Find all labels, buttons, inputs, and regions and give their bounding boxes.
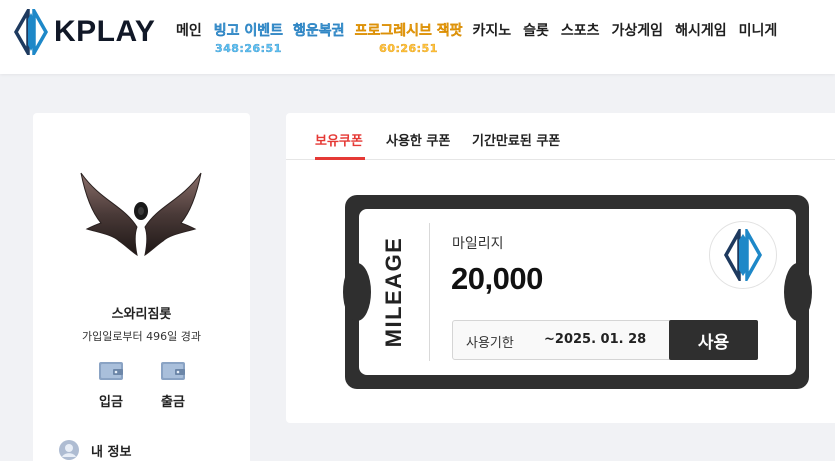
join-duration: 가입일로부터 496일 경과	[81, 330, 202, 343]
bingo-timer: 348:26:51	[214, 42, 282, 55]
nav-lucky-lottery[interactable]: 행운복권	[293, 20, 345, 42]
username: 스와리짐롯	[111, 307, 172, 322]
use-coupon-button[interactable]: 사용	[669, 320, 758, 360]
nav-bingo-event[interactable]: 빙고 이벤트 348:26:51	[213, 20, 284, 56]
site-logo[interactable]: KPLAY	[14, 9, 155, 55]
mileage-vertical-label: MILEAGE	[381, 236, 406, 348]
deposit-label: 입금	[99, 395, 123, 410]
wallet-deposit-icon	[99, 362, 123, 380]
nav-hash-game[interactable]: 해시게임	[675, 20, 727, 42]
expiry-label: 사용기한	[466, 336, 514, 351]
main-nav: 메인 빙고 이벤트 348:26:51 행운복권 프로그레시브 잭팟 60:26…	[176, 20, 789, 56]
withdraw-label: 출금	[161, 395, 185, 410]
active-tab-indicator	[315, 157, 365, 160]
ticket-notch-left	[343, 263, 371, 321]
my-info-label: 내 정보	[91, 444, 132, 460]
tab-expired-coupons[interactable]: 기간만료된 쿠폰	[472, 130, 560, 149]
deposit-button[interactable]: 입금	[91, 360, 131, 410]
top-header: KPLAY 메인 빙고 이벤트 348:26:51 행운복권 프로그레시브 잭팟…	[0, 0, 835, 74]
expiry-date: ~2025. 01. 28	[544, 332, 647, 347]
nav-progressive-jackpot[interactable]: 프로그레시브 잭팟 60:26:51	[354, 20, 463, 56]
nav-virtual-game[interactable]: 가상게임	[612, 20, 664, 42]
nav-bingo-label: 빙고 이벤트	[213, 23, 284, 39]
ticket-notch-right	[784, 263, 812, 321]
coupon-tabs: 보유쿠폰 사용한 쿠폰 기간만료된 쿠폰	[286, 113, 835, 160]
nav-slot[interactable]: 슬롯	[523, 20, 549, 42]
ticket-brand-badge	[709, 221, 777, 289]
withdraw-button[interactable]: 출금	[153, 360, 193, 410]
nav-lottery-label: 행운복권	[293, 23, 345, 39]
mileage-coupon-ticket: MILEAGE 마일리지 20,000 사용기한 ~2025. 01. 28 사…	[343, 195, 812, 389]
jackpot-timer: 60:26:51	[379, 42, 438, 55]
ticket-body: MILEAGE 마일리지 20,000 사용기한 ~2025. 01. 28 사…	[343, 209, 812, 375]
brand-logo-icon	[723, 229, 763, 281]
nav-main[interactable]: 메인	[176, 20, 202, 42]
coupon-title: 마일리지	[452, 236, 504, 252]
coupon-panel: 보유쿠폰 사용한 쿠폰 기간만료된 쿠폰 MILEAGE 마일리지 20,000…	[286, 113, 835, 423]
tab-owned-coupons[interactable]: 보유쿠폰	[315, 130, 363, 149]
coupon-amount: 20,000	[451, 261, 543, 296]
logo-text: KPLAY	[54, 15, 156, 48]
nav-sports[interactable]: 스포츠	[561, 20, 600, 42]
nav-casino[interactable]: 카지노	[473, 20, 512, 42]
rank-emblem-avatar	[80, 172, 202, 257]
my-info-link[interactable]: 내 정보	[59, 440, 131, 460]
logo-mark-icon	[14, 9, 48, 55]
nav-jackpot-label: 프로그레시브 잭팟	[354, 23, 463, 39]
nav-mini-game[interactable]: 미니게	[739, 20, 778, 42]
profile-card: 스와리짐롯 가입일로부터 496일 경과 입금 출금 내 정보	[33, 113, 250, 461]
wallet-withdraw-icon	[161, 362, 185, 380]
user-icon	[59, 440, 79, 460]
tab-used-coupons[interactable]: 사용한 쿠폰	[386, 130, 450, 149]
ticket-divider	[429, 223, 430, 361]
expiry-info: 사용기한 ~2025. 01. 28	[452, 320, 698, 360]
